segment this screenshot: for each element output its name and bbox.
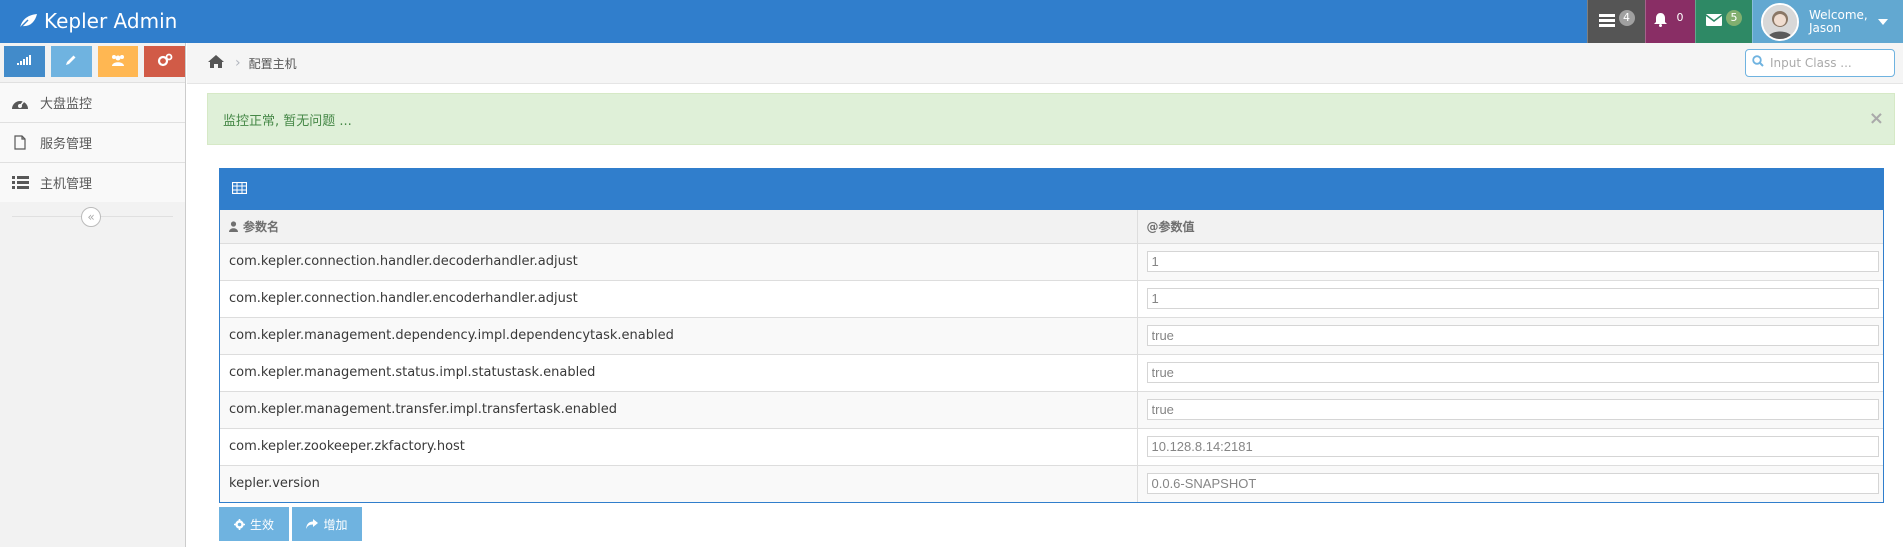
- shortcut-cogs-button[interactable]: [144, 46, 185, 77]
- param-value-cell: [1137, 465, 1883, 502]
- param-name-cell: com.kepler.management.dependency.impl.de…: [220, 317, 1138, 355]
- table-row: com.kepler.zookeeper.zkfactory.host: [220, 428, 1883, 466]
- table-row: kepler.version: [220, 465, 1883, 502]
- top-navbar: Kepler Admin 4 0 5 Welcome, Jason: [0, 0, 1903, 43]
- param-value-input[interactable]: [1146, 473, 1879, 495]
- shortcut-signal-button[interactable]: [4, 46, 45, 77]
- param-value-cell: [1137, 391, 1883, 429]
- apply-button-label: 生效: [249, 517, 274, 532]
- shortcut-pencil-button[interactable]: [50, 46, 92, 77]
- gear-icon: [233, 518, 245, 530]
- param-value-input[interactable]: [1146, 362, 1879, 383]
- user-welcome: Welcome, Jason: [1809, 7, 1868, 35]
- welcome-label: Welcome,: [1809, 7, 1868, 22]
- file-icon: [10, 135, 30, 150]
- sidebar-item-label: 大盘监控: [40, 97, 93, 112]
- column-header-name-label: 参数名: [243, 219, 280, 234]
- param-name-cell: com.kepler.management.status.impl.status…: [220, 354, 1138, 392]
- param-name-cell: com.kepler.connection.handler.encoderhan…: [220, 280, 1138, 318]
- search-icon: [1752, 55, 1764, 71]
- user-icon: [229, 221, 238, 235]
- param-name-cell: kepler.version: [220, 465, 1138, 502]
- group-icon: [110, 54, 126, 70]
- param-name-cell: com.kepler.connection.handler.decoderhan…: [220, 243, 1138, 281]
- param-value-cell: [1137, 317, 1883, 355]
- status-alert: 监控正常, 暂无问题 ... ×: [207, 93, 1895, 145]
- chevron-right-icon: ›: [235, 55, 241, 71]
- close-icon[interactable]: ×: [1869, 108, 1884, 129]
- param-value-input[interactable]: [1146, 325, 1879, 346]
- table-icon: [231, 181, 248, 198]
- param-value-input[interactable]: [1146, 399, 1879, 420]
- add-button[interactable]: 增加: [292, 507, 362, 541]
- param-name-cell: com.kepler.management.transfer.impl.tran…: [220, 391, 1138, 429]
- widget-header: [220, 169, 1883, 210]
- table-row: com.kepler.management.transfer.impl.tran…: [220, 391, 1883, 429]
- list-icon: [10, 176, 30, 189]
- table-row: com.kepler.management.status.impl.status…: [220, 354, 1883, 392]
- navbar-right: 4 0 5 Welcome, Jason: [1587, 0, 1903, 43]
- sidebar-shortcuts: [0, 43, 185, 82]
- param-value-input[interactable]: [1146, 288, 1879, 309]
- search-input[interactable]: [1770, 56, 1890, 70]
- param-value-input[interactable]: [1146, 251, 1879, 272]
- column-header-name: 参数名: [220, 210, 1138, 244]
- sidebar-collapse-button[interactable]: «: [81, 207, 101, 227]
- param-value-cell: [1137, 280, 1883, 318]
- caret-down-icon: [1877, 18, 1888, 25]
- signal-icon: [17, 54, 32, 69]
- param-name-cell: com.kepler.zookeeper.zkfactory.host: [220, 428, 1138, 466]
- apply-button[interactable]: 生效: [219, 507, 289, 541]
- column-header-value-label: @参数值: [1146, 219, 1195, 234]
- messages-badge: 5: [1726, 9, 1742, 26]
- breadcrumb-current: 配置主机: [248, 56, 297, 71]
- table-row: com.kepler.management.dependency.impl.de…: [220, 317, 1883, 355]
- sidebar-item-hosts[interactable]: 主机管理: [0, 162, 185, 202]
- leaf-icon: [18, 13, 38, 29]
- user-menu[interactable]: Welcome, Jason: [1752, 0, 1903, 43]
- action-buttons: 生效 增加: [219, 507, 362, 541]
- config-table: 参数名 @参数值 com.kepler.connection.handler.d…: [220, 210, 1883, 502]
- envelope-icon: [1705, 13, 1723, 30]
- sidebar-collapse-row: «: [0, 202, 185, 230]
- table-header-row: 参数名 @参数值: [220, 210, 1883, 244]
- messages-button[interactable]: 5: [1695, 0, 1752, 43]
- table-row: com.kepler.connection.handler.encoderhan…: [220, 280, 1883, 318]
- user-name: Jason: [1809, 20, 1842, 35]
- alert-text: 监控正常, 暂无问题 ...: [223, 113, 352, 129]
- param-value-cell: [1137, 354, 1883, 392]
- notifications-button[interactable]: 0: [1645, 0, 1695, 43]
- breadcrumb: › 配置主机: [187, 43, 1903, 84]
- pencil-icon: [65, 54, 77, 70]
- table-row: com.kepler.connection.handler.decoderhan…: [220, 243, 1883, 281]
- tasks-badge: 4: [1618, 9, 1635, 26]
- sidebar: 大盘监控 服务管理 主机管理 «: [0, 43, 186, 547]
- double-angle-left-icon: «: [87, 210, 95, 224]
- param-value-cell: [1137, 428, 1883, 466]
- notifications-badge: 0: [1676, 10, 1684, 24]
- sidebar-item-label: 主机管理: [40, 177, 93, 192]
- shortcut-group-button[interactable]: [97, 46, 139, 77]
- sidebar-item-dashboard[interactable]: 大盘监控: [0, 82, 185, 122]
- sidebar-item-label: 服务管理: [40, 137, 93, 152]
- tasks-icon: [1598, 13, 1615, 31]
- home-icon[interactable]: [207, 54, 225, 73]
- share-icon: [306, 519, 319, 529]
- avatar: [1761, 2, 1799, 41]
- tasks-button[interactable]: 4: [1587, 0, 1645, 43]
- cogs-icon: [157, 53, 173, 71]
- column-header-value: @参数值: [1137, 210, 1883, 244]
- brand[interactable]: Kepler Admin: [18, 6, 177, 36]
- dashboard-icon: [10, 96, 30, 110]
- search-box: [1745, 49, 1895, 77]
- sidebar-item-services[interactable]: 服务管理: [0, 122, 185, 162]
- bell-icon: [1653, 12, 1668, 31]
- param-value-cell: [1137, 243, 1883, 281]
- param-value-input[interactable]: [1146, 436, 1879, 457]
- brand-title: Kepler Admin: [44, 9, 178, 33]
- config-table-widget: 参数名 @参数值 com.kepler.connection.handler.d…: [219, 168, 1884, 503]
- add-button-label: 增加: [323, 517, 348, 532]
